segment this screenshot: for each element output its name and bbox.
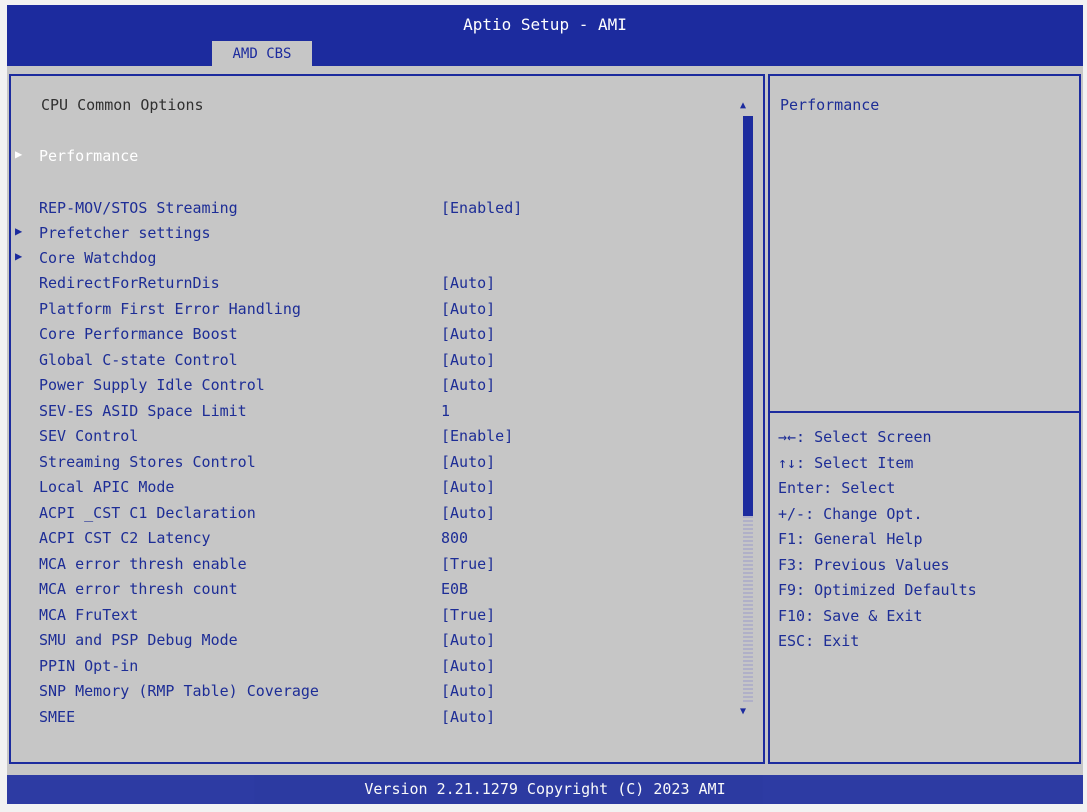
item-value: [Enable]: [441, 427, 514, 445]
setting-smu-psp-debug-mode[interactable]: SMU and PSP Debug Mode [Auto]: [11, 631, 751, 656]
item-value: [Auto]: [441, 503, 496, 522]
setting-snp-memory-coverage[interactable]: SNP Memory (RMP Table) Coverage [Auto]: [11, 682, 751, 707]
item-label: ACPI CST C2 Latency: [39, 529, 211, 547]
setting-acpi-cst-c2-latency[interactable]: ACPI CST C2 Latency 800: [11, 529, 751, 554]
item-label: PPIN Opt-in: [39, 656, 139, 675]
item-value: [Auto]: [441, 707, 496, 726]
setting-acpi-cst-c1-declaration[interactable]: ACPI _CST C1 Declaration [Auto]: [11, 504, 751, 529]
help-divider: [770, 411, 1079, 413]
key-hint-select-screen: →←: Select Screen: [778, 428, 932, 446]
item-label: MCA FruText: [39, 605, 139, 624]
setting-mca-error-thresh-count[interactable]: MCA error thresh count E0B: [11, 580, 751, 605]
item-label: Core Performance Boost: [39, 325, 238, 343]
setting-mca-frutext[interactable]: MCA FruText [True]: [11, 606, 751, 631]
menu-item-performance[interactable]: ▶ Performance: [11, 147, 751, 172]
item-value: 800: [441, 529, 469, 547]
item-value: [Auto]: [441, 478, 496, 496]
item-label: Global C-state Control: [39, 350, 238, 369]
help-description: Performance: [780, 96, 880, 114]
setting-core-performance-boost[interactable]: Core Performance Boost [Auto]: [11, 325, 751, 350]
item-value: 1: [441, 401, 451, 420]
item-value: E0B: [441, 580, 469, 598]
key-hint-f9: F9: Optimized Defaults: [778, 581, 977, 599]
menu-item-core-watchdog[interactable]: ▶ Core Watchdog: [11, 249, 751, 274]
item-label: SMU and PSP Debug Mode: [39, 631, 238, 649]
item-value: [Auto]: [441, 656, 496, 675]
submenu-arrow-icon: ▶: [15, 249, 23, 263]
tab-amd-cbs[interactable]: AMD CBS: [212, 41, 312, 66]
version-footer: Version 2.21.1279 Copyright (C) 2023 AMI: [7, 775, 1083, 804]
item-label: Local APIC Mode: [39, 478, 175, 496]
item-value: [Auto]: [441, 350, 496, 369]
header-bar: Aptio Setup - AMI AMD CBS: [7, 5, 1083, 66]
item-label: RedirectForReturnDis: [39, 274, 220, 292]
key-hint-select-item: ↑↓: Select Item: [778, 453, 914, 472]
item-label: ACPI _CST C1 Declaration: [39, 503, 256, 522]
item-label: Performance: [39, 147, 139, 165]
bios-window: Aptio Setup - AMI AMD CBS CPU Common Opt…: [7, 5, 1083, 804]
item-label: Power Supply Idle Control: [39, 376, 265, 394]
setting-local-apic-mode[interactable]: Local APIC Mode [Auto]: [11, 478, 751, 503]
item-value: [True]: [441, 554, 496, 573]
setting-mca-error-thresh-enable[interactable]: MCA error thresh enable [True]: [11, 555, 751, 580]
setting-streaming-stores-control[interactable]: Streaming Stores Control [Auto]: [11, 453, 751, 478]
item-value: [Auto]: [441, 299, 496, 318]
setting-sev-control[interactable]: SEV Control [Enable]: [11, 427, 751, 452]
item-label: SMEE: [39, 707, 76, 726]
key-hint-esc: ESC: Exit: [778, 632, 860, 650]
key-legend: →←: Select Screen ↑↓: Select Item Enter:…: [778, 428, 977, 658]
setting-ppin-opt-in[interactable]: PPIN Opt-in [Auto]: [11, 657, 751, 682]
item-label: SEV-ES ASID Space Limit: [39, 401, 247, 420]
key-hint-change-opt: +/-: Change Opt.: [778, 504, 923, 523]
setting-smee[interactable]: SMEE [Auto]: [11, 708, 751, 733]
item-label: Platform First Error Handling: [39, 299, 301, 318]
scroll-up-icon[interactable]: ▲: [740, 100, 746, 111]
section-title: CPU Common Options: [41, 96, 204, 114]
setting-sev-es-asid-space-limit[interactable]: SEV-ES ASID Space Limit 1: [11, 402, 751, 427]
item-label: REP-MOV/STOS Streaming: [39, 199, 238, 217]
setting-power-supply-idle-control[interactable]: Power Supply Idle Control [Auto]: [11, 376, 751, 401]
help-panel: Performance →←: Select Screen ↑↓: Select…: [768, 74, 1081, 764]
submenu-arrow-icon: ▶: [15, 147, 23, 161]
app-title: Aptio Setup - AMI: [463, 15, 627, 34]
item-label: SNP Memory (RMP Table) Coverage: [39, 682, 319, 700]
settings-panel: CPU Common Options ▶ Performance REP-MOV…: [9, 74, 765, 764]
item-label: Core Watchdog: [39, 249, 157, 267]
item-label: MCA error thresh enable: [39, 554, 247, 573]
setting-rep-mov-stos-streaming[interactable]: REP-MOV/STOS Streaming [Enabled]: [11, 199, 751, 224]
item-label: Prefetcher settings: [39, 224, 211, 242]
scroll-down-icon[interactable]: ▼: [740, 706, 746, 717]
item-value: [Enabled]: [441, 199, 523, 217]
item-value: [Auto]: [441, 631, 496, 649]
submenu-arrow-icon: ▶: [15, 224, 23, 238]
item-label: SEV Control: [39, 427, 139, 445]
key-hint-f1: F1: General Help: [778, 530, 923, 548]
item-value: [Auto]: [441, 325, 496, 343]
item-value: [Auto]: [441, 682, 496, 700]
setting-platform-first-error-handling[interactable]: Platform First Error Handling [Auto]: [11, 300, 751, 325]
scrollbar-thumb[interactable]: [743, 116, 753, 516]
item-label: Streaming Stores Control: [39, 452, 256, 471]
setting-redirect-for-return-dis[interactable]: RedirectForReturnDis [Auto]: [11, 274, 751, 299]
key-hint-f3: F3: Previous Values: [778, 555, 950, 574]
item-value: [Auto]: [441, 452, 496, 471]
key-hint-f10: F10: Save & Exit: [778, 606, 923, 625]
item-label: MCA error thresh count: [39, 580, 238, 598]
menu-item-prefetcher-settings[interactable]: ▶ Prefetcher settings: [11, 224, 751, 249]
item-value: [Auto]: [441, 376, 496, 394]
item-value: [Auto]: [441, 274, 496, 292]
key-hint-enter: Enter: Select: [778, 479, 896, 497]
item-value: [True]: [441, 605, 496, 624]
setting-global-c-state-control[interactable]: Global C-state Control [Auto]: [11, 351, 751, 376]
